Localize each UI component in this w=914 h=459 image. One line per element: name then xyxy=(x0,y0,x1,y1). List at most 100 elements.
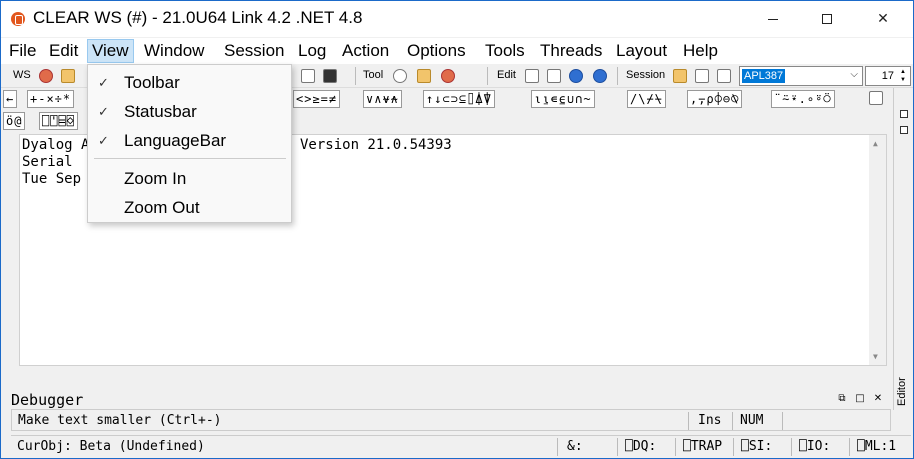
window-title: CLEAR WS (#) - 21.0U64 Link 4.2 .NET 4.8 xyxy=(33,8,363,27)
langbar-group[interactable]: ∨∧⍱⍲ xyxy=(363,90,402,108)
font-size-value: 17 xyxy=(881,70,894,82)
maximize-button[interactable] xyxy=(801,1,853,37)
menu-edit[interactable]: Edit xyxy=(45,39,82,63)
debugger-label: Debugger xyxy=(11,391,84,409)
menu-item-languagebar[interactable]: ✓ LanguageBar xyxy=(88,127,291,155)
menu-action[interactable]: Action xyxy=(338,39,393,63)
bar-chart-icon[interactable] xyxy=(323,69,337,83)
clear-ws-icon[interactable] xyxy=(39,69,53,83)
status-trap: ⎕TRAP xyxy=(683,439,723,454)
menu-item-statusbar[interactable]: ✓ Statusbar xyxy=(88,98,291,126)
copy-icon[interactable] xyxy=(525,69,539,83)
tool-toolbar-label: Tool xyxy=(363,69,384,81)
dock-button-icon[interactable] xyxy=(900,110,908,118)
langbar-group[interactable]: <>≥=≠ xyxy=(293,90,341,108)
print-icon[interactable] xyxy=(417,69,431,83)
minimize-icon xyxy=(768,18,778,20)
menu-file[interactable]: File xyxy=(5,39,40,63)
toolbar-separator xyxy=(617,67,618,85)
close-button[interactable]: ✕ xyxy=(857,1,909,37)
split-view-icon[interactable] xyxy=(695,69,709,83)
redo-icon[interactable] xyxy=(593,69,607,83)
dyalog-app-icon xyxy=(11,12,25,26)
title-bar: CLEAR WS (#) - 21.0U64 Link 4.2 .NET 4.8… xyxy=(1,1,913,37)
load-ws-icon[interactable] xyxy=(61,69,75,83)
langbar-group[interactable]: ö@ xyxy=(3,112,26,130)
session-scrollbar[interactable]: ▲ ▼ xyxy=(869,135,886,365)
font-select[interactable]: APL387 ⌵ xyxy=(739,66,863,86)
langbar-group[interactable]: ← xyxy=(3,90,18,108)
menu-item-zoom-in[interactable]: Zoom In xyxy=(88,165,291,193)
langbar-group[interactable]: ¨⍨⍣.∘⍤⍥ xyxy=(771,90,835,108)
open-session-icon[interactable] xyxy=(673,69,687,83)
close-icon: ✕ xyxy=(877,11,889,27)
menu-item-label: Zoom In xyxy=(124,169,187,188)
undo-icon[interactable] xyxy=(569,69,583,83)
status-io: ⎕IO: xyxy=(799,439,831,454)
menu-layout[interactable]: Layout xyxy=(612,39,671,63)
menu-item-label: Statusbar xyxy=(124,102,197,121)
checkmark-icon: ✓ xyxy=(98,133,109,148)
status-divider xyxy=(732,412,733,430)
explorer-icon[interactable] xyxy=(301,69,315,83)
langbar-group[interactable]: ⎕⍞⌸⌺ xyxy=(39,112,78,130)
menu-session[interactable]: Session xyxy=(220,39,288,63)
langbar-group[interactable]: ,⍪⍴⌽⊖⍉ xyxy=(687,90,743,108)
status-curobj: CurObj: Beta (Undefined) xyxy=(17,439,205,454)
session-version-text: Version 21.0.54393 xyxy=(300,137,452,153)
paste-icon[interactable] xyxy=(547,69,561,83)
langbar-group[interactable]: ↑↓⊂⊃⊆⌷⍋⍒ xyxy=(423,90,495,108)
font-select-value: APL387 xyxy=(742,69,786,83)
session-toolbar-label: Session xyxy=(626,69,666,81)
spin-down-icon[interactable]: ▼ xyxy=(898,76,908,84)
close-icon[interactable]: ✕ xyxy=(873,394,883,404)
menu-threads[interactable]: Threads xyxy=(536,39,606,63)
status-divider xyxy=(675,438,676,456)
session-left-gutter xyxy=(1,134,19,366)
checkmark-icon: ✓ xyxy=(98,104,109,119)
toolbar-separator xyxy=(355,67,356,85)
interrupt-icon[interactable] xyxy=(441,69,455,83)
langbar-group[interactable]: ⍳⍸∊⍷∪∩~ xyxy=(531,90,595,108)
session-bottom-gutter xyxy=(1,366,889,384)
status-dq: ⎕DQ: xyxy=(625,439,657,454)
restore-icon[interactable]: ⧉ xyxy=(837,394,847,404)
langbar-options-icon[interactable] xyxy=(869,91,883,105)
scroll-down-icon[interactable]: ▼ xyxy=(873,352,878,361)
langbar-group[interactable]: /\⌿⍀ xyxy=(627,90,666,108)
edit-toolbar-label: Edit xyxy=(497,69,516,81)
menu-log[interactable]: Log xyxy=(294,39,330,63)
dock-button-icon[interactable] xyxy=(900,126,908,134)
font-size-stepper[interactable]: 17 ▲ ▼ xyxy=(865,66,911,86)
ws-toolbar-label: WS xyxy=(13,69,31,81)
menu-item-label: Toolbar xyxy=(124,73,180,92)
minimize-button[interactable] xyxy=(747,1,799,37)
menu-tools[interactable]: Tools xyxy=(481,39,529,63)
spin-up-icon[interactable]: ▲ xyxy=(898,68,908,76)
status-divider xyxy=(849,438,850,456)
scroll-up-icon[interactable]: ▲ xyxy=(873,139,878,148)
langbar-group[interactable]: +-×÷* xyxy=(27,90,75,108)
menu-item-toolbar[interactable]: ✓ Toolbar xyxy=(88,69,291,97)
search-icon[interactable] xyxy=(393,69,407,83)
status-divider xyxy=(791,438,792,456)
menu-item-label: Zoom Out xyxy=(124,198,200,217)
menu-view[interactable]: View xyxy=(87,39,134,63)
menu-help[interactable]: Help xyxy=(679,39,722,63)
status-hint: Make text smaller (Ctrl+-) xyxy=(18,413,222,428)
toolbar-separator xyxy=(487,67,488,85)
view-menu-dropdown: ✓ Toolbar ✓ Statusbar ✓ LanguageBar Zoom… xyxy=(87,64,292,223)
editor-dock: Editor xyxy=(893,88,913,410)
status-amp: &: xyxy=(567,439,583,454)
menu-item-zoom-out[interactable]: Zoom Out xyxy=(88,194,291,222)
menu-separator xyxy=(94,158,286,159)
maximize-icon xyxy=(822,14,832,24)
maximize-icon[interactable]: □ xyxy=(855,394,865,404)
menu-bar: File Edit View Window Session Log Action… xyxy=(1,38,913,64)
menu-options[interactable]: Options xyxy=(403,39,470,63)
editor-dock-label[interactable]: Editor xyxy=(896,366,912,406)
system-statusbar: CurObj: Beta (Undefined) &: ⎕DQ: ⎕TRAP ⎕… xyxy=(11,435,911,457)
status-num: NUM xyxy=(740,413,764,428)
menu-window[interactable]: Window xyxy=(140,39,208,63)
settings-icon[interactable] xyxy=(717,69,731,83)
